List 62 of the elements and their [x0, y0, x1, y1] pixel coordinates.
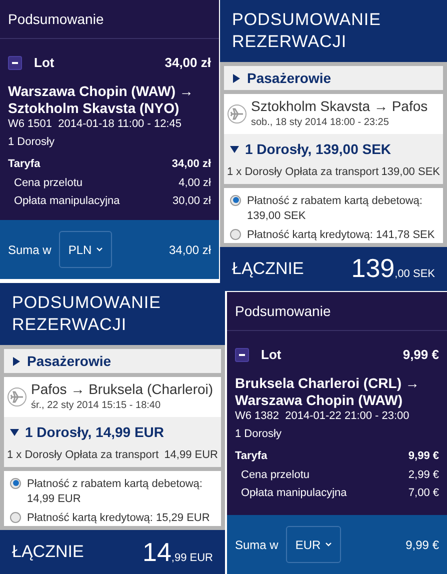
radio-button[interactable] — [10, 478, 21, 488]
fare-label: Taryfa — [8, 157, 40, 172]
fare-line-amount: 139,00 SEK — [381, 165, 440, 180]
fee-amount: 4,00 zł — [178, 176, 211, 190]
payment-option-label: Płatność kartą kredytową: 141,78 SEK — [247, 228, 435, 242]
passenger-fare-toggle[interactable]: 1 Dorosły, 139,00 SEK — [227, 139, 440, 160]
fare-amount: 9,99 € — [408, 449, 439, 464]
radio-button[interactable] — [230, 228, 241, 240]
total-label: Suma w — [235, 536, 278, 554]
fee-label: Cena przelotu — [241, 468, 310, 482]
total-label: Suma w — [8, 242, 52, 258]
total-amount: 139,00 SEK — [351, 252, 435, 285]
fee-amount: 2,99 € — [408, 468, 439, 482]
fare-line-amount: 14,99 EUR — [164, 448, 218, 463]
fare-amount: 34,00 zł — [172, 157, 211, 172]
fare-line-label: 1 x Dorosły Opłata za transport — [227, 165, 379, 180]
fare-line-label: 1 x Dorosły Opłata za transport — [7, 448, 159, 463]
route-name: Warszawa Chopin (WAW) → Sztokholm Skavsta (NYO) — [8, 82, 194, 116]
fee-amount: 30,00 zł — [172, 194, 211, 209]
currency-dropdown[interactable]: EUR — [286, 526, 341, 563]
section-label: Lot — [34, 54, 54, 72]
route-name: Pafos → Bruksela (Charleroi) — [31, 381, 214, 398]
lot-price: 34,00 zł — [164, 54, 211, 72]
radio-button[interactable] — [10, 512, 21, 522]
passenger-count: 1 Dorosły — [235, 426, 282, 442]
fee-amount: 7,00 € — [408, 486, 439, 501]
passenger-count: 1 Dorosły — [8, 134, 56, 150]
payment-option-label: Płatność z rabatem kartą debetową: 139,00 SEK — [247, 194, 424, 224]
total-label: ŁĄCZNIE — [12, 541, 84, 564]
flight-date: sob., 18 sty 2014 18:00 - 23:25 — [251, 116, 390, 130]
passenger-fare-toggle[interactable]: 1 Dorosły, 14,99 EUR — [7, 422, 218, 443]
airplane-icon — [7, 387, 27, 407]
payment-option-label: Płatność kartą kredytową: 15,29 EUR — [27, 510, 210, 526]
total-label: ŁĄCZNIE — [232, 258, 304, 280]
route-name: Bruksela Charleroi (CRL) → Warszawa Chopin (WAW) — [235, 374, 420, 408]
chevron-down-icon — [324, 542, 332, 547]
panel-title: Podsumowanie — [8, 10, 104, 28]
panel-title: Podsumowanie — [235, 302, 331, 320]
panel-title: PODSUMOWANIE REZERWACJI — [232, 9, 382, 53]
radio-button[interactable] — [230, 194, 241, 206]
chevron-down-icon — [96, 247, 103, 252]
route-name: Sztokholm Skavsta → Pafos — [251, 98, 428, 115]
fare-label: Taryfa — [235, 449, 268, 464]
currency-dropdown[interactable]: PLN — [59, 231, 112, 268]
collapse-toggle[interactable] — [8, 56, 22, 70]
section-label: Lot — [261, 346, 282, 364]
flight-date: śr., 22 sty 2014 15:15 - 18:40 — [31, 399, 162, 413]
airplane-icon — [227, 104, 247, 124]
collapse-toggle[interactable] — [235, 348, 249, 362]
total-amount: 14,99 EUR — [142, 536, 213, 568]
lot-price: 9,99 € — [402, 346, 439, 364]
flight-info: W6 1501 2014-01-18 11:00 - 12:45 — [8, 116, 182, 130]
fee-label: Cena przelotu — [14, 176, 82, 190]
panel-title: PODSUMOWANIE REZERWACJI — [12, 292, 162, 336]
passengers-toggle[interactable]: Pasażerowie — [4, 349, 221, 373]
passengers-toggle[interactable]: Pasażerowie — [224, 66, 443, 90]
payment-option-label: Płatność z rabatem kartą debetową: 14,99 EUR — [27, 476, 204, 506]
total-amount: 34,00 zł — [168, 242, 211, 258]
fee-label: Opłata manipulacyjna — [241, 486, 347, 501]
total-amount: 9,99 € — [406, 536, 439, 554]
flight-info: W6 1382 2014-01-22 21:00 - 23:00 — [235, 408, 410, 422]
fee-label: Opłata manipulacyjna — [14, 194, 120, 209]
